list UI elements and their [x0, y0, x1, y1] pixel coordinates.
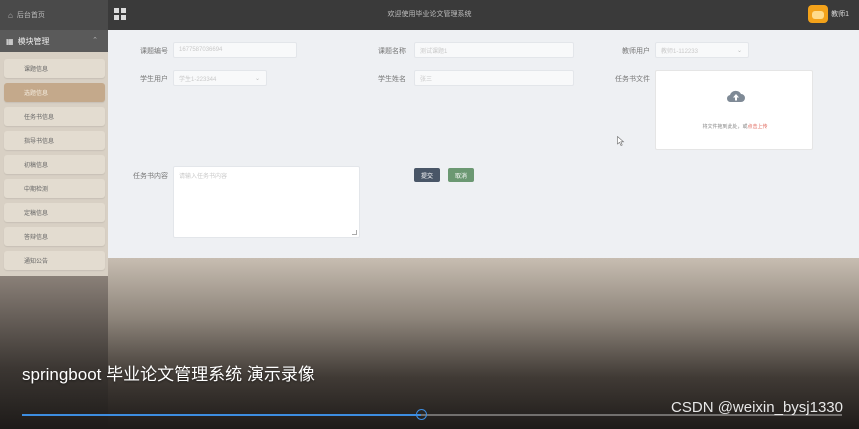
task-content-label: 任务书内容 [133, 173, 168, 180]
avatar [808, 5, 829, 23]
sidebar-item-midterm-check[interactable]: 中期检测 [4, 179, 105, 198]
sidebar-item-topic-info[interactable]: 课题信息 [4, 59, 105, 78]
sidebar-item-selection-info[interactable]: 选题信息 [4, 83, 105, 102]
menu-grid-icon[interactable] [114, 8, 126, 20]
mouse-cursor-icon [617, 136, 625, 146]
sidebar-item-guide-info[interactable]: 指导书信息 [4, 131, 105, 150]
username: 教师1 [831, 11, 849, 18]
teacher-user-label: 教师用户 [622, 48, 650, 55]
video-caption: springboot 毕业论文管理系统 演示录像 [22, 365, 315, 384]
task-file-label: 任务书文件 [615, 76, 650, 83]
resize-grip-icon[interactable] [352, 230, 357, 235]
submit-button[interactable]: 提交 [414, 168, 440, 182]
video-progress-fill [22, 414, 422, 416]
cancel-button[interactable]: 取消 [448, 168, 474, 182]
sidebar-module-title: 模块管理 [17, 36, 50, 46]
student-user-select[interactable]: 学生1-223344 ⌄ [173, 70, 267, 86]
main-form: 课题编号 1677587036694 课题名称 测试课题1 教师用户 教师1-1… [108, 30, 859, 258]
student-name-label: 学生姓名 [378, 76, 406, 83]
topic-no-field[interactable]: 1677587036694 [173, 42, 297, 58]
user-menu[interactable]: 教师1 [808, 5, 849, 23]
welcome-text: 欢迎使用毕业论文管理系统 [387, 11, 472, 18]
chevron-down-icon: ⌄ [254, 75, 260, 82]
sidebar-item-task-info[interactable]: 任务书信息 [4, 107, 105, 126]
chevron-down-icon: ⌄ [736, 47, 742, 54]
file-upload-dropzone[interactable]: 将文件拖到此处，或点击上传 [655, 70, 813, 150]
student-user-value: 学生1-223344 [179, 76, 217, 83]
teacher-user-value: 教师1-112233 [661, 48, 698, 55]
video-progress-bar[interactable] [22, 409, 842, 420]
sidebar-module-header[interactable]: ▦ 模块管理 ⌃ [0, 30, 108, 52]
sidebar-item-defense-info[interactable]: 答辩信息 [4, 227, 105, 246]
topic-name-label: 课题名称 [378, 48, 406, 55]
task-content-textarea[interactable]: 请输入任务书内容 [173, 166, 360, 238]
sidebar-item-draft-info[interactable]: 初稿信息 [4, 155, 105, 174]
student-user-label: 学生用户 [140, 76, 168, 83]
student-name-field[interactable]: 张三 [414, 70, 574, 86]
teacher-user-select[interactable]: 教师1-112233 ⌄ [655, 42, 749, 58]
topic-no-label: 课题编号 [140, 48, 168, 55]
upload-hint-text: 将文件拖到此处，或 [702, 124, 748, 130]
upload-link[interactable]: 点击上传 [748, 124, 768, 130]
topic-name-field[interactable]: 测试课题1 [414, 42, 574, 58]
upload-hint: 将文件拖到此处，或点击上传 [656, 123, 814, 130]
cloud-upload-icon [726, 90, 745, 103]
sidebar-item-final-info[interactable]: 定稿信息 [4, 203, 105, 222]
top-bar: ⌂ 后台首页 欢迎使用毕业论文管理系统 教师1 [0, 0, 859, 30]
chevron-up-icon: ⌃ [92, 37, 98, 44]
task-content-placeholder: 请输入任务书内容 [179, 174, 228, 180]
grid-icon: ▦ [6, 36, 14, 46]
sidebar-item-notice[interactable]: 通知公告 [4, 251, 105, 270]
video-overlay-left [0, 276, 108, 429]
